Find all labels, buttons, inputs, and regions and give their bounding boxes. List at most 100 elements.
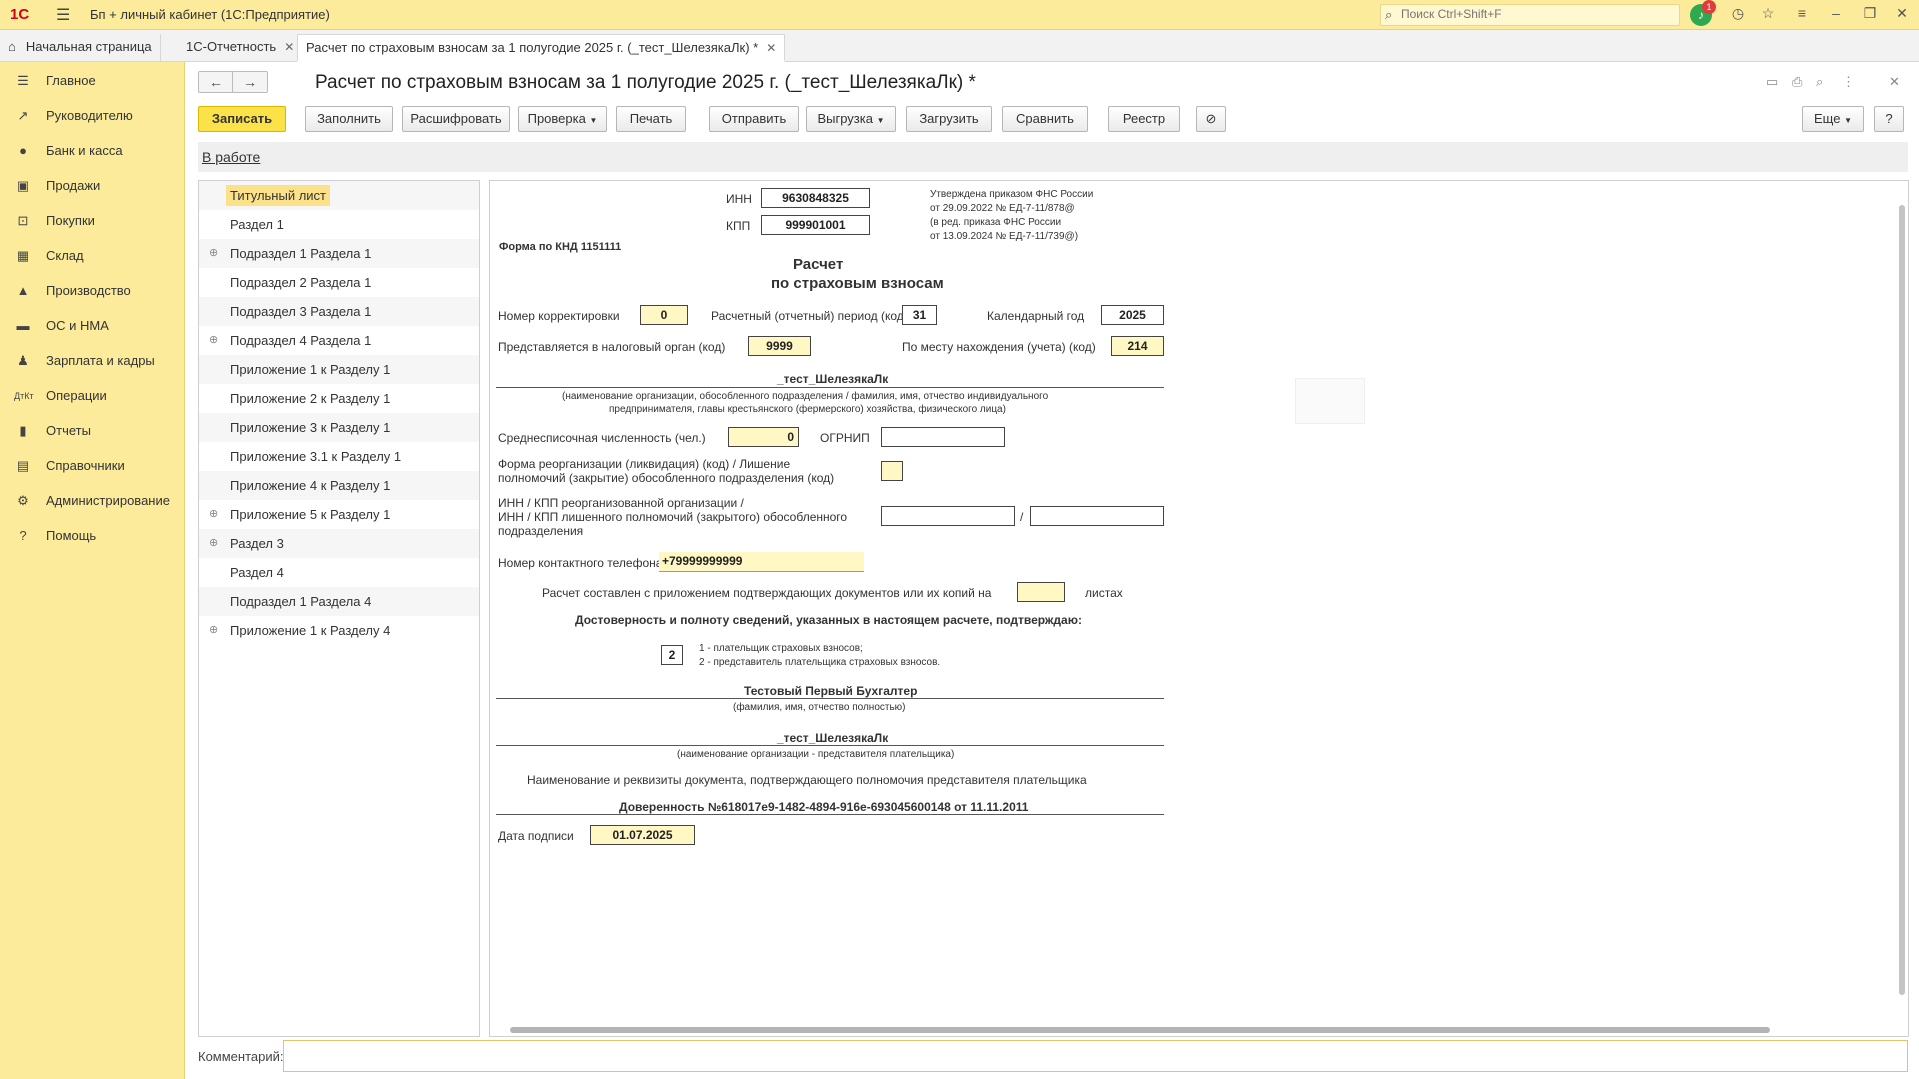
period-field[interactable]: 31: [902, 305, 937, 325]
sidebar-item-assets[interactable]: ▬ ОС и НМА: [0, 311, 185, 341]
back-button[interactable]: ←: [198, 71, 234, 93]
close-form-icon[interactable]: ✕: [1889, 74, 1900, 90]
year-field[interactable]: 2025: [1101, 305, 1164, 325]
comment-input[interactable]: [283, 1040, 1908, 1072]
decode-button[interactable]: Расшифровать: [402, 106, 510, 132]
expand-plus-icon[interactable]: ⊕: [209, 529, 218, 558]
tree-item[interactable]: ⊕ Приложение 5 к Разделу 1: [199, 500, 479, 529]
tree-item[interactable]: Раздел 4: [199, 558, 479, 587]
horizontal-scrollbar[interactable]: [510, 1026, 1890, 1034]
send-button[interactable]: Отправить: [709, 106, 799, 132]
tab-reporting[interactable]: 1С-Отчетность ✕: [178, 34, 304, 62]
tree-item[interactable]: Подраздел 2 Раздела 1: [199, 268, 479, 297]
ogrnip-field[interactable]: [881, 427, 1005, 447]
registry-button[interactable]: Реестр: [1108, 106, 1180, 132]
expand-plus-icon[interactable]: ⊕: [209, 239, 218, 268]
global-search[interactable]: ⌕: [1380, 4, 1680, 26]
tax-office-field[interactable]: 9999: [748, 336, 811, 356]
correction-label: Номер корректировки: [498, 309, 620, 323]
tree-item[interactable]: Подраздел 3 Раздела 1: [199, 297, 479, 326]
save-button[interactable]: Записать: [198, 106, 286, 132]
tree-item[interactable]: Приложение 3 к Разделу 1: [199, 413, 479, 442]
forward-button[interactable]: →: [232, 71, 268, 93]
tree-item[interactable]: Титульный лист: [199, 181, 479, 210]
reorg-inn-field[interactable]: [881, 506, 1015, 526]
tree-item[interactable]: Приложение 1 к Разделу 1: [199, 355, 479, 384]
tree-item-label: Приложение 3 к Разделу 1: [230, 420, 391, 435]
check-dropdown[interactable]: Проверка ▼: [518, 106, 607, 132]
load-button[interactable]: Загрузить: [906, 106, 992, 132]
favorites-star-icon[interactable]: ☆: [1758, 5, 1778, 22]
rep-org-name[interactable]: _тест_ШелезякаЛк: [777, 731, 888, 745]
reorg-inn-label: подразделения: [498, 524, 584, 538]
preview-icon[interactable]: ⌕: [1816, 74, 1823, 90]
sidebar-item-admin[interactable]: ⚙ Администрирование: [0, 486, 185, 516]
tree-item[interactable]: Приложение 3.1 к Разделу 1: [199, 442, 479, 471]
help-button[interactable]: ?: [1874, 106, 1904, 132]
tree-item[interactable]: Раздел 1: [199, 210, 479, 239]
fill-button[interactable]: Заполнить: [305, 106, 393, 132]
sheets-field[interactable]: [1017, 582, 1065, 602]
sidebar-item-reports[interactable]: ▮ Отчеты: [0, 416, 185, 446]
sidebar-item-main[interactable]: ☰ Главное: [0, 66, 185, 96]
sidebar-item-salary[interactable]: ♟ Зарплата и кадры: [0, 346, 185, 376]
approved-line: от 29.09.2022 № ЕД-7-11/878@: [930, 203, 1075, 214]
sidebar-item-help[interactable]: ? Помощь: [0, 521, 185, 551]
correction-field[interactable]: 0: [640, 305, 688, 325]
tab-document[interactable]: Расчет по страховым взносам за 1 полугод…: [297, 34, 786, 62]
doc-value[interactable]: Доверенность №618017e9-1482-4894-916e-69…: [619, 800, 1028, 814]
sidebar-item-manager[interactable]: ↗ Руководителю: [0, 101, 185, 131]
export-dropdown[interactable]: Выгрузка ▼: [806, 106, 896, 132]
tab-home[interactable]: ⌂ Начальная страница: [0, 34, 161, 62]
sidebar-item-bank[interactable]: ● Банк и касса: [0, 136, 185, 166]
phone-field[interactable]: +79999999999: [659, 552, 864, 572]
tree-item[interactable]: ⊕ Приложение 1 к Разделу 4: [199, 616, 479, 645]
vertical-scrollbar[interactable]: [1898, 191, 1906, 1026]
history-icon[interactable]: ◷: [1728, 5, 1748, 22]
minimize-icon[interactable]: –: [1826, 5, 1846, 21]
close-window-icon[interactable]: ✕: [1892, 5, 1912, 22]
expand-plus-icon[interactable]: ⊕: [209, 326, 218, 355]
sidebar-item-production[interactable]: ▲ Производство: [0, 276, 185, 306]
search-input[interactable]: [1401, 7, 1671, 21]
location-field[interactable]: 214: [1111, 336, 1164, 356]
more-dropdown[interactable]: Еще ▼: [1802, 106, 1864, 132]
attachment-button[interactable]: ⊘: [1196, 106, 1226, 132]
printer-icon[interactable]: ⎙: [1792, 74, 1802, 90]
main-menu-icon[interactable]: ☰: [56, 5, 70, 25]
scrollbar-thumb[interactable]: [510, 1027, 1770, 1033]
more-vertical-icon[interactable]: ⋮: [1842, 74, 1855, 90]
sidebar-item-catalogs[interactable]: ▤ Справочники: [0, 451, 185, 481]
print-button[interactable]: Печать: [616, 106, 686, 132]
org-name[interactable]: _тест_ШелезякаЛк: [777, 372, 888, 386]
sign-date-field[interactable]: 01.07.2025: [590, 825, 695, 845]
restore-icon[interactable]: ❐: [1860, 5, 1880, 22]
tree-item[interactable]: ⊕ Подраздел 4 Раздела 1: [199, 326, 479, 355]
reorg-kpp-field[interactable]: [1030, 506, 1164, 526]
compare-button[interactable]: Сравнить: [1002, 106, 1088, 132]
save-disk-icon[interactable]: ▭: [1766, 74, 1778, 90]
tree-item[interactable]: Приложение 2 к Разделу 1: [199, 384, 479, 413]
kpp-field[interactable]: 999901001: [761, 215, 870, 235]
person-icon: ♟: [17, 353, 29, 368]
close-tab-icon[interactable]: ✕: [284, 40, 294, 54]
headcount-field[interactable]: 0: [728, 427, 799, 447]
status-link[interactable]: В работе: [202, 149, 260, 165]
reorg-code-field[interactable]: [881, 461, 903, 481]
confirm-code-field[interactable]: 2: [661, 645, 683, 665]
tree-item[interactable]: ⊕ Раздел 3: [199, 529, 479, 558]
tree-item[interactable]: ⊕ Подраздел 1 Раздела 1: [199, 239, 479, 268]
sidebar-item-operations[interactable]: ДтКт Операции: [0, 381, 185, 411]
expand-plus-icon[interactable]: ⊕: [209, 616, 218, 645]
scrollbar-thumb[interactable]: [1899, 205, 1905, 995]
expand-plus-icon[interactable]: ⊕: [209, 500, 218, 529]
sidebar-item-purchases[interactable]: ⊡ Покупки: [0, 206, 185, 236]
settings-menu-icon[interactable]: ≡: [1792, 5, 1812, 21]
tree-item[interactable]: Подраздел 1 Раздела 4: [199, 587, 479, 616]
close-tab-icon[interactable]: ✕: [766, 41, 776, 55]
sidebar-item-warehouse[interactable]: ▦ Склад: [0, 241, 185, 271]
signer-name[interactable]: Тестовый Первый Бухгалтер: [744, 684, 917, 698]
inn-field[interactable]: 9630848325: [761, 188, 870, 208]
sidebar-item-sales[interactable]: ▣ Продажи: [0, 171, 185, 201]
tree-item[interactable]: Приложение 4 к Разделу 1: [199, 471, 479, 500]
